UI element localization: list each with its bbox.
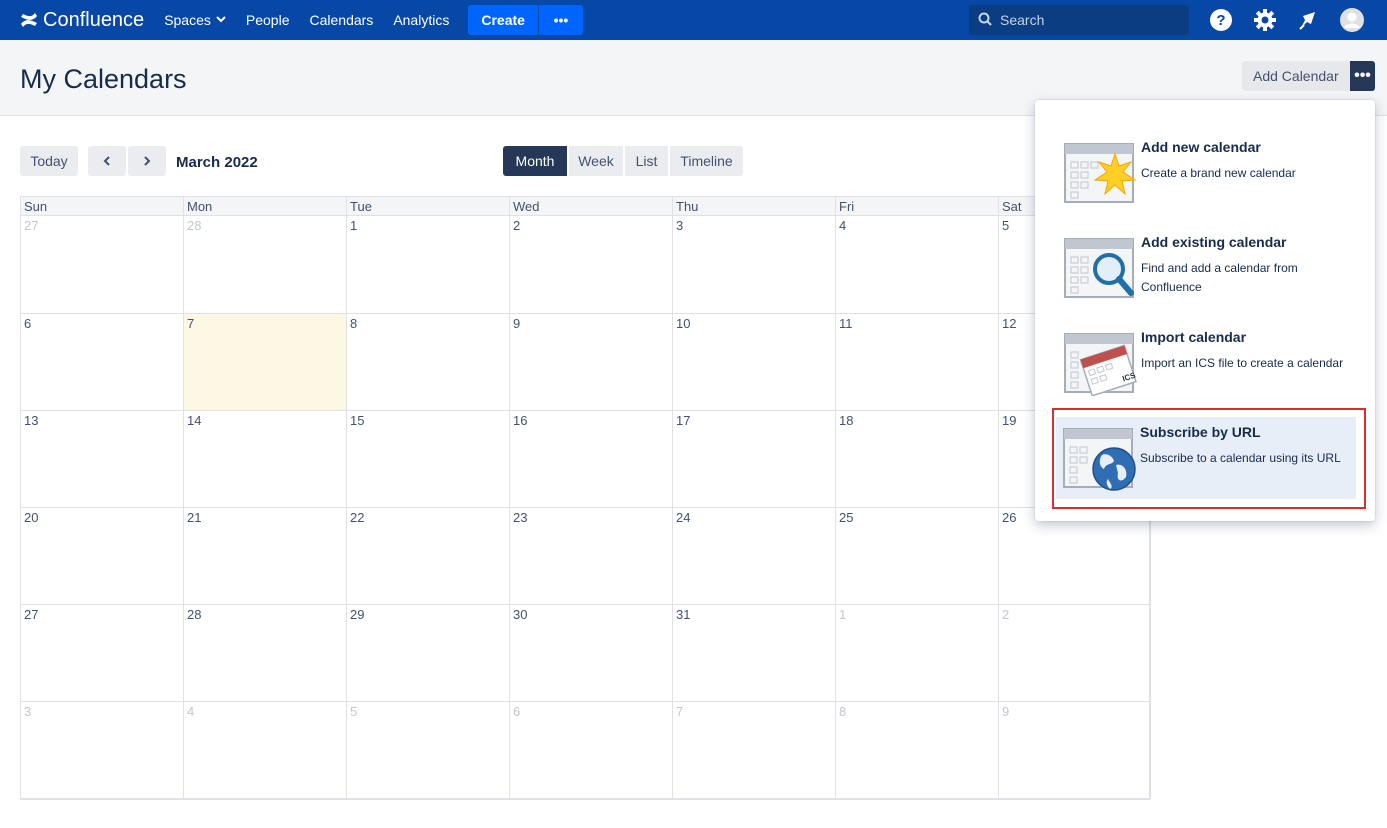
calendar-day-cell[interactable]: 7: [673, 702, 836, 799]
avatar-icon[interactable]: [1340, 8, 1364, 32]
weekday-header: Mon: [184, 197, 347, 216]
calendar-day-cell[interactable]: 26: [999, 508, 1151, 605]
calendar-day-cell[interactable]: 11: [836, 314, 999, 411]
calendar-day-cell[interactable]: 4: [184, 702, 347, 799]
search-placeholder: Search: [1000, 12, 1045, 28]
prev-month-button[interactable]: [88, 146, 126, 176]
weekday-header: Wed: [510, 197, 673, 216]
import-ics-icon: ICS: [1063, 330, 1137, 397]
calendar-day-cell[interactable]: 23: [510, 508, 673, 605]
calendar-day-cell[interactable]: 31: [673, 605, 836, 702]
view-week-tab[interactable]: Week: [569, 146, 623, 176]
create-button[interactable]: Create: [468, 5, 538, 35]
calendar-day-cell[interactable]: 9: [510, 314, 673, 411]
settings-icon[interactable]: [1253, 8, 1277, 32]
calendar-day-cell[interactable]: 2: [999, 605, 1151, 702]
add-new-calendar-item[interactable]: Add new calendar Create a brand new cale…: [1057, 132, 1357, 214]
calendar-day-cell[interactable]: 24: [673, 508, 836, 605]
calendar-day-cell[interactable]: 13: [21, 411, 184, 508]
next-month-button[interactable]: [128, 146, 166, 176]
new-calendar-icon: [1063, 140, 1137, 206]
calendar-day-cell[interactable]: 30: [510, 605, 673, 702]
calendar-day-cell[interactable]: 29: [347, 605, 510, 702]
calendar-day-cell[interactable]: 28: [184, 605, 347, 702]
calendar-day-cell[interactable]: 8: [347, 314, 510, 411]
calendar-day-cell[interactable]: 10: [673, 314, 836, 411]
add-existing-calendar-item[interactable]: Add existing calendar Find and add a cal…: [1057, 227, 1357, 309]
weekday-header: Tue: [347, 197, 510, 216]
import-calendar-title: Import calendar: [1141, 329, 1247, 345]
confluence-logo[interactable]: Confluence: [20, 9, 144, 32]
calendar-day-cell[interactable]: 21: [184, 508, 347, 605]
logo-text: Confluence: [43, 8, 145, 31]
add-calendar-more-button[interactable]: •••: [1350, 61, 1375, 91]
help-icon[interactable]: ?: [1209, 8, 1233, 32]
nav-calendars[interactable]: Calendars: [309, 12, 373, 28]
calendar-day-cell[interactable]: 4: [836, 216, 999, 314]
calendar-day-cell[interactable]: 3: [673, 216, 836, 314]
add-new-calendar-desc: Create a brand new calendar: [1141, 166, 1296, 180]
chevron-down-icon: [216, 15, 226, 26]
nav-analytics[interactable]: Analytics: [393, 12, 449, 28]
calendar-day-cell[interactable]: 28: [184, 216, 347, 314]
calendar-day-cell[interactable]: 18: [836, 411, 999, 508]
calendar-day-cell[interactable]: 14: [184, 411, 347, 508]
import-calendar-item[interactable]: ICS Import calendar Import an ICS file t…: [1057, 322, 1357, 404]
calendar-day-cell[interactable]: 8: [836, 702, 999, 799]
import-calendar-desc: Import an ICS file to create a calendar: [1141, 356, 1344, 370]
view-list-tab[interactable]: List: [625, 146, 668, 176]
add-calendar-button[interactable]: Add Calendar: [1242, 61, 1350, 91]
calendar-day-cell[interactable]: 7: [184, 314, 347, 411]
chevron-left-icon: [103, 156, 110, 166]
calendar-day-cell[interactable]: 17: [673, 411, 836, 508]
weekday-header: Sun: [21, 197, 184, 216]
current-month-label: March 2022: [176, 154, 258, 171]
today-button[interactable]: Today: [20, 146, 78, 176]
add-new-calendar-title: Add new calendar: [1141, 139, 1261, 155]
calendar-day-cell[interactable]: 2: [510, 216, 673, 314]
weekday-header: Fri: [836, 197, 999, 216]
chevron-right-icon: [144, 156, 151, 166]
nav-spaces[interactable]: Spaces: [164, 12, 226, 28]
notifications-icon[interactable]: [1297, 8, 1321, 32]
weekday-header: Thu: [673, 197, 836, 216]
calendar-day-cell[interactable]: 9: [999, 702, 1151, 799]
calendar-grid: Sun Mon Tue Wed Thu Fri Sat 27 28 1 2 3 4 5 6 7 8 9 10 11 12…: [20, 196, 1151, 800]
search-icon: [978, 12, 992, 29]
calendar-day-cell[interactable]: 16: [510, 411, 673, 508]
top-navigation: Confluence Spaces People Calendars Analy…: [0, 0, 1387, 40]
highlight-annotation: [1052, 408, 1366, 509]
nav-spaces-label: Spaces: [164, 12, 211, 28]
calendar-day-cell[interactable]: 6: [21, 314, 184, 411]
calendar-day-cell[interactable]: 22: [347, 508, 510, 605]
calendar-day-cell[interactable]: 3: [21, 702, 184, 799]
search-calendar-icon: [1063, 235, 1137, 301]
calendar-day-cell[interactable]: 1: [347, 216, 510, 314]
view-timeline-tab[interactable]: Timeline: [670, 146, 743, 176]
calendar-day-cell[interactable]: 27: [21, 216, 184, 314]
calendar-day-cell[interactable]: 27: [21, 605, 184, 702]
create-more-button[interactable]: •••: [537, 5, 583, 35]
calendar-day-cell[interactable]: 6: [510, 702, 673, 799]
calendar-day-cell[interactable]: 25: [836, 508, 999, 605]
confluence-logo-icon: [21, 13, 37, 27]
calendar-day-cell[interactable]: 15: [347, 411, 510, 508]
view-month-tab[interactable]: Month: [503, 146, 567, 176]
search-input[interactable]: Search: [969, 5, 1189, 35]
nav-people[interactable]: People: [246, 12, 290, 28]
svg-text:?: ?: [1216, 12, 1225, 29]
calendar-day-cell[interactable]: 5: [347, 702, 510, 799]
add-existing-calendar-desc: Find and add a calendar from Confluence: [1141, 261, 1298, 294]
calendar-day-cell[interactable]: 20: [21, 508, 184, 605]
add-existing-calendar-title: Add existing calendar: [1141, 234, 1287, 250]
calendar-day-cell[interactable]: 1: [836, 605, 999, 702]
page-title: My Calendars: [20, 64, 187, 94]
